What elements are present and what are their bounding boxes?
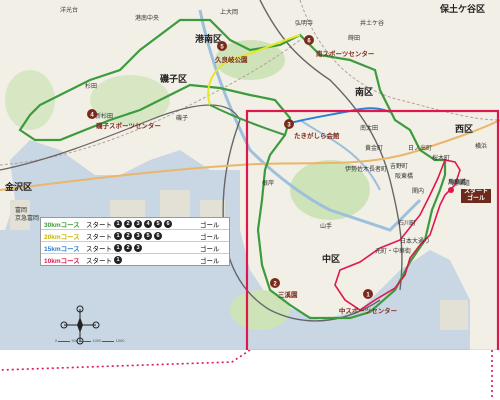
legend-stop: 2: [124, 219, 132, 228]
legend-start: スタート: [86, 233, 112, 241]
legend-stop: 6: [154, 231, 162, 240]
legend-name: 15kmコース: [44, 245, 80, 253]
legend-row-20km: 20kmコース スタート 1 2 3 5 6 ゴール: [41, 230, 229, 242]
station-label: 弘明寺: [295, 19, 313, 27]
goal-label: ゴール: [466, 196, 485, 202]
ward-label-nishi: 西区: [455, 124, 473, 134]
legend-stop: 5: [154, 219, 162, 228]
scale-bar: 0 500 1000 1500: [55, 338, 124, 343]
station-label: 阪東橋: [395, 172, 413, 180]
legend-stop: 6: [164, 219, 172, 228]
legend-name: 30kmコース: [44, 221, 80, 229]
legend-name: 10kmコース: [44, 257, 80, 265]
station-label: 吉野町: [390, 162, 408, 170]
station-label: 杉田: [85, 82, 97, 90]
ward-label-hodogaya: 保土ケ谷区: [439, 3, 485, 14]
station-label: 港南中央: [135, 14, 159, 22]
station-label: 蒔田: [348, 34, 360, 42]
legend-stop: 2: [124, 231, 132, 240]
legend-stop: 1: [114, 231, 122, 240]
pier: [10, 200, 30, 230]
ward-label-minami: 南区: [355, 86, 373, 97]
station-label: 関内: [412, 187, 424, 195]
checkpoint-3-label: たきがしら会館: [294, 131, 340, 140]
start-goal-station-label: 馬車道: [447, 178, 466, 186]
legend-stop: 3: [134, 231, 142, 240]
station-label: 日ノ出町: [408, 144, 432, 152]
checkpoint-6-label: 南スポーツセンター: [316, 49, 374, 58]
scale-tick: 1000: [92, 338, 102, 343]
legend-stop: 1: [114, 255, 122, 264]
legend-start: スタート: [86, 221, 112, 229]
ward-label-konan: 港南区: [195, 33, 222, 44]
pier: [440, 300, 468, 330]
ward-label-kanazawa: 金沢区: [4, 181, 32, 192]
legend-goal: ゴール: [200, 233, 220, 241]
scale-tick: 1500: [115, 338, 125, 343]
legend-row-30km: 30kmコース スタート 1 2 3 4 5 6 ゴール: [41, 218, 229, 230]
legend-goal: ゴール: [200, 257, 220, 265]
scale-tick: 500: [71, 338, 79, 343]
station-label: 磯子: [176, 114, 188, 122]
start-goal-point-icon: [448, 187, 454, 193]
park-area: [5, 70, 55, 130]
checkpoint-5-label: 久良岐公園: [215, 55, 248, 64]
station-label: 元町・中華街: [375, 247, 411, 255]
station-label: 富岡: [15, 206, 27, 214]
station-label: 洋光台: [60, 6, 78, 14]
legend-stop: 3: [134, 243, 142, 252]
station-label: 新杉田: [95, 112, 113, 120]
legend-stop: 2: [124, 243, 132, 252]
checkpoint-2-label: 三溪園: [278, 290, 298, 299]
legend-row-10km: 10kmコース スタート 1 ゴール: [41, 254, 229, 265]
station-label: 日本大通り: [400, 237, 430, 245]
map-svg: 保土ケ谷区 港南区 磯子区 金沢区 南区 西区 中区 洋光台 上大岡 井土ケ谷 …: [0, 0, 500, 350]
legend-stop: 5: [144, 231, 152, 240]
legend-stop: 3: [134, 219, 142, 228]
station-label: 桜木町: [432, 154, 450, 162]
station-label: 京急富岡: [15, 214, 39, 222]
scale-tick: 0: [55, 338, 58, 343]
ward-boundary: [299, 0, 500, 121]
course-legend: 30kmコース スタート 1 2 3 4 5 6 ゴール 20kmコース スター…: [40, 217, 230, 266]
station-label: 上大岡: [220, 8, 238, 16]
legend-stop: 1: [114, 219, 122, 228]
legend-stop: 1: [114, 243, 122, 252]
station-label: 黄金町: [365, 144, 383, 152]
ward-label-naka: 中区: [322, 253, 340, 264]
legend-goal: ゴール: [200, 221, 220, 229]
course-map: 保土ケ谷区 港南区 磯子区 金沢区 南区 西区 中区 洋光台 上大岡 井土ケ谷 …: [0, 0, 500, 350]
station-label: 井土ケ谷: [360, 19, 384, 27]
start-label: スタート: [463, 189, 488, 195]
station-label: 伊勢佐木長者町: [345, 165, 387, 173]
legend-row-15km: 15kmコース スタート 1 2 3 ゴール: [41, 242, 229, 254]
ward-label-isogo: 磯子区: [160, 73, 187, 84]
station-label: 南太田: [360, 124, 378, 132]
checkpoint-1-label: 中スポーツセンター: [339, 306, 397, 315]
station-label: 山手: [320, 222, 332, 230]
legend-name: 20kmコース: [44, 233, 80, 241]
legend-start: スタート: [86, 257, 112, 265]
legend-start: スタート: [86, 245, 112, 253]
station-label: 根岸: [262, 179, 274, 187]
station-label: 石川町: [398, 220, 416, 227]
checkpoint-4-label: 磯子スポーツセンター: [96, 121, 161, 130]
start-goal-badge: スタート ゴール: [461, 189, 491, 203]
legend-goal: ゴール: [200, 245, 220, 253]
station-label: 横浜: [475, 142, 487, 150]
inset-pointer: [0, 350, 493, 400]
legend-stop: 4: [144, 219, 152, 228]
